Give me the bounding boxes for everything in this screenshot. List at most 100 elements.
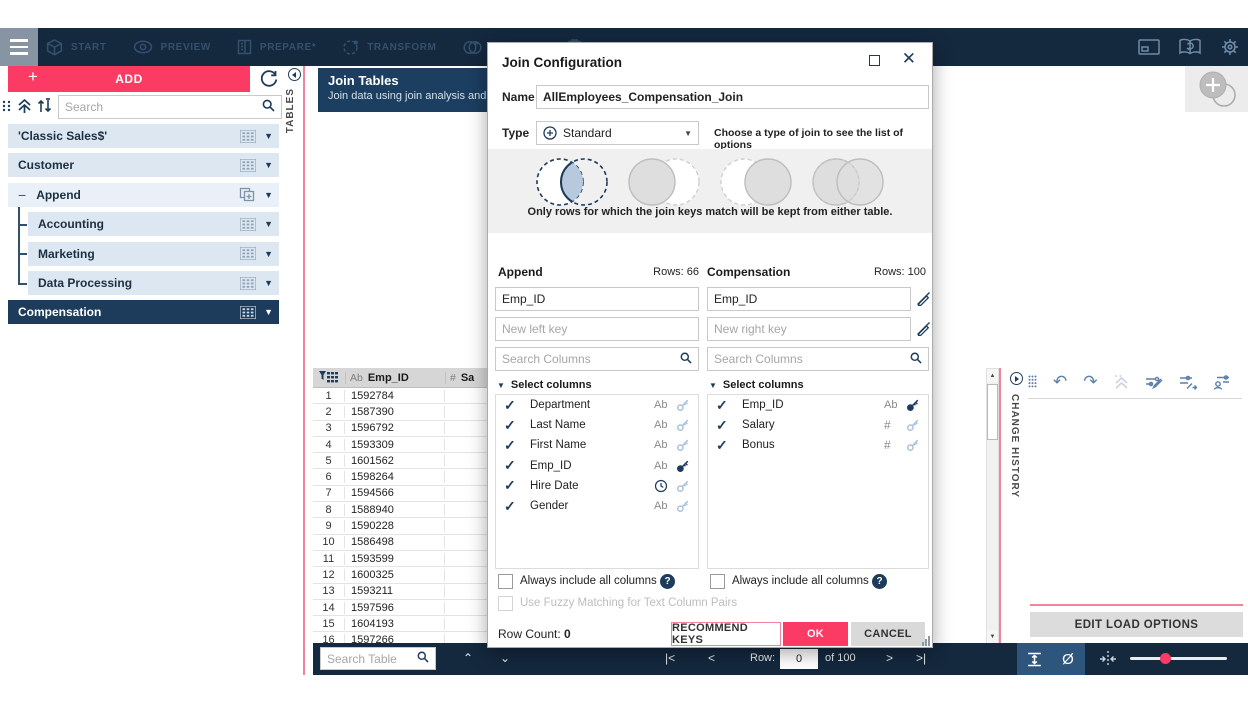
- recommend-keys-button[interactable]: RECOMMEND KEYS: [671, 622, 781, 646]
- table-search-field[interactable]: Search Table: [320, 647, 436, 670]
- help-book-icon[interactable]: [1178, 38, 1202, 56]
- cancel-button[interactable]: CANCEL: [851, 622, 925, 646]
- search-prev-icon[interactable]: ⌃: [463, 651, 473, 665]
- edit-step-icon[interactable]: [1145, 375, 1163, 390]
- check-icon[interactable]: ✓: [716, 417, 742, 434]
- full-outer-join-icon[interactable]: [806, 156, 890, 208]
- check-icon[interactable]: ✓: [504, 457, 530, 474]
- fuzzy-matching-checkbox[interactable]: [498, 596, 513, 611]
- maximize-icon[interactable]: [869, 55, 880, 66]
- search-next-icon[interactable]: ⌄: [500, 651, 510, 665]
- key-outline-icon[interactable]: [676, 499, 692, 513]
- inner-join-icon[interactable]: [530, 156, 614, 208]
- table-row[interactable]: 131593211: [313, 584, 490, 600]
- left-join-key-input[interactable]: Emp_ID: [495, 287, 699, 311]
- sidebar-search-field[interactable]: Search: [58, 95, 282, 119]
- prev-row-button[interactable]: <: [708, 651, 715, 665]
- column-item-emp-id[interactable]: ✓Emp_IDAb: [496, 456, 698, 476]
- refresh-tables-button[interactable]: [256, 66, 282, 92]
- check-icon[interactable]: ✓: [504, 437, 530, 454]
- sidebar-item-append[interactable]: −Append▼: [8, 183, 279, 207]
- right-search-columns-field[interactable]: Search Columns: [707, 347, 929, 371]
- left-search-columns-field[interactable]: Search Columns: [495, 347, 699, 371]
- table-row[interactable]: 101586498: [313, 535, 490, 551]
- help-icon[interactable]: ?: [660, 574, 675, 589]
- row-height-button[interactable]: [1017, 643, 1051, 675]
- tables-tab-label[interactable]: TABLES: [285, 88, 296, 133]
- key-filled-icon[interactable]: [906, 398, 922, 412]
- check-icon[interactable]: ✓: [504, 397, 530, 414]
- first-row-button[interactable]: |<: [665, 651, 675, 665]
- key-outline-icon[interactable]: [906, 438, 922, 452]
- join-type-select[interactable]: Standard ▼: [536, 121, 699, 145]
- caret-down-icon[interactable]: ▼: [264, 131, 273, 141]
- sort-up-down-icon[interactable]: [37, 98, 53, 119]
- caret-down-icon[interactable]: ▼: [264, 249, 273, 259]
- close-icon[interactable]: ✕: [902, 49, 916, 69]
- key-outline-icon[interactable]: [676, 479, 692, 493]
- sidebar-item-customer[interactable]: Customer▼: [8, 153, 279, 177]
- column-header-salary[interactable]: # Sa: [445, 372, 490, 384]
- left-include-all-checkbox[interactable]: [498, 574, 513, 589]
- caret-down-icon[interactable]: ▼: [264, 307, 273, 317]
- table-row[interactable]: 51601562: [313, 453, 490, 469]
- undo-icon[interactable]: ↶: [1053, 372, 1067, 392]
- column-item-last-name[interactable]: ✓Last NameAb: [496, 415, 698, 435]
- sidebar-item-classic-sales[interactable]: 'Classic Sales$'▼: [8, 124, 279, 148]
- check-icon[interactable]: ✓: [716, 437, 742, 454]
- caret-down-icon[interactable]: ▼: [264, 190, 273, 200]
- collapse-tables-panel-icon[interactable]: [288, 68, 301, 81]
- left-join-icon[interactable]: [622, 156, 706, 208]
- table-row[interactable]: 61598264: [313, 469, 490, 485]
- right-join-key-input[interactable]: Emp_ID: [707, 287, 911, 311]
- table-vertical-scrollbar[interactable]: ▲ ▼: [986, 368, 999, 644]
- last-row-button[interactable]: >|: [916, 651, 926, 665]
- resize-grip-icon[interactable]: [922, 636, 930, 646]
- column-item-first-name[interactable]: ✓First NameAb: [496, 435, 698, 455]
- key-outline-icon[interactable]: [676, 418, 692, 432]
- caret-down-icon[interactable]: ▼: [264, 219, 273, 229]
- nav-item-start[interactable]: START: [46, 39, 107, 56]
- caret-down-icon[interactable]: ▼: [264, 278, 273, 288]
- ok-button[interactable]: OK: [783, 622, 848, 646]
- fuzzy-edit-disabled-icon[interactable]: [916, 321, 931, 341]
- right-include-all-checkbox[interactable]: [710, 574, 725, 589]
- new-right-key-input[interactable]: New right key: [707, 317, 911, 341]
- history-grip-icon[interactable]: [1028, 375, 1037, 389]
- table-row[interactable]: 151604193: [313, 616, 490, 632]
- right-join-icon[interactable]: [714, 156, 798, 208]
- grip-icon[interactable]: [2, 99, 12, 117]
- collapse-history-panel-icon[interactable]: [1010, 372, 1023, 385]
- column-item-gender[interactable]: ✓GenderAb: [496, 496, 698, 516]
- sidebar-item-marketing[interactable]: Marketing▼: [28, 242, 279, 266]
- column-item-bonus[interactable]: ✓Bonus#: [708, 435, 928, 455]
- table-row[interactable]: 31596792: [313, 421, 490, 437]
- new-left-key-input[interactable]: New left key: [495, 317, 699, 341]
- table-row[interactable]: 41593309: [313, 437, 490, 453]
- table-row[interactable]: 111593599: [313, 551, 490, 567]
- table-row[interactable]: 81588940: [313, 502, 490, 518]
- nav-item-preview[interactable]: PREVIEW: [133, 40, 211, 54]
- zoom-slider[interactable]: [1130, 657, 1227, 660]
- scroll-down-icon[interactable]: ▼: [987, 630, 998, 643]
- column-item-hire-date[interactable]: ✓Hire Date: [496, 476, 698, 496]
- scrollbar-thumb[interactable]: [987, 384, 998, 440]
- column-item-emp-id[interactable]: ✓Emp_IDAb: [708, 395, 928, 415]
- hamburger-menu-icon[interactable]: [0, 28, 38, 66]
- scroll-up-icon[interactable]: ▲: [987, 369, 998, 382]
- redo-icon[interactable]: ↷: [1083, 372, 1097, 392]
- row-number-input[interactable]: 0: [780, 649, 818, 669]
- column-item-department[interactable]: ✓DepartmentAb: [496, 395, 698, 415]
- next-row-button[interactable]: >: [886, 651, 893, 665]
- filter-grid-icon[interactable]: [313, 371, 345, 385]
- sidebar-item-accounting[interactable]: Accounting▼: [28, 212, 279, 236]
- change-history-tab-label[interactable]: CHANGE HISTORY: [1009, 394, 1020, 498]
- sidebar-item-compensation[interactable]: Compensation▼: [8, 300, 279, 324]
- nav-item-transform[interactable]: TRANSFORM: [342, 39, 436, 56]
- zoom-slider-thumb[interactable]: [1160, 653, 1171, 664]
- settings-gear-icon[interactable]: [1220, 37, 1240, 57]
- check-icon[interactable]: ✓: [504, 477, 530, 494]
- table-row[interactable]: 121600325: [313, 567, 490, 583]
- check-icon[interactable]: ✓: [504, 498, 530, 515]
- person-step-icon[interactable]: [1213, 375, 1231, 390]
